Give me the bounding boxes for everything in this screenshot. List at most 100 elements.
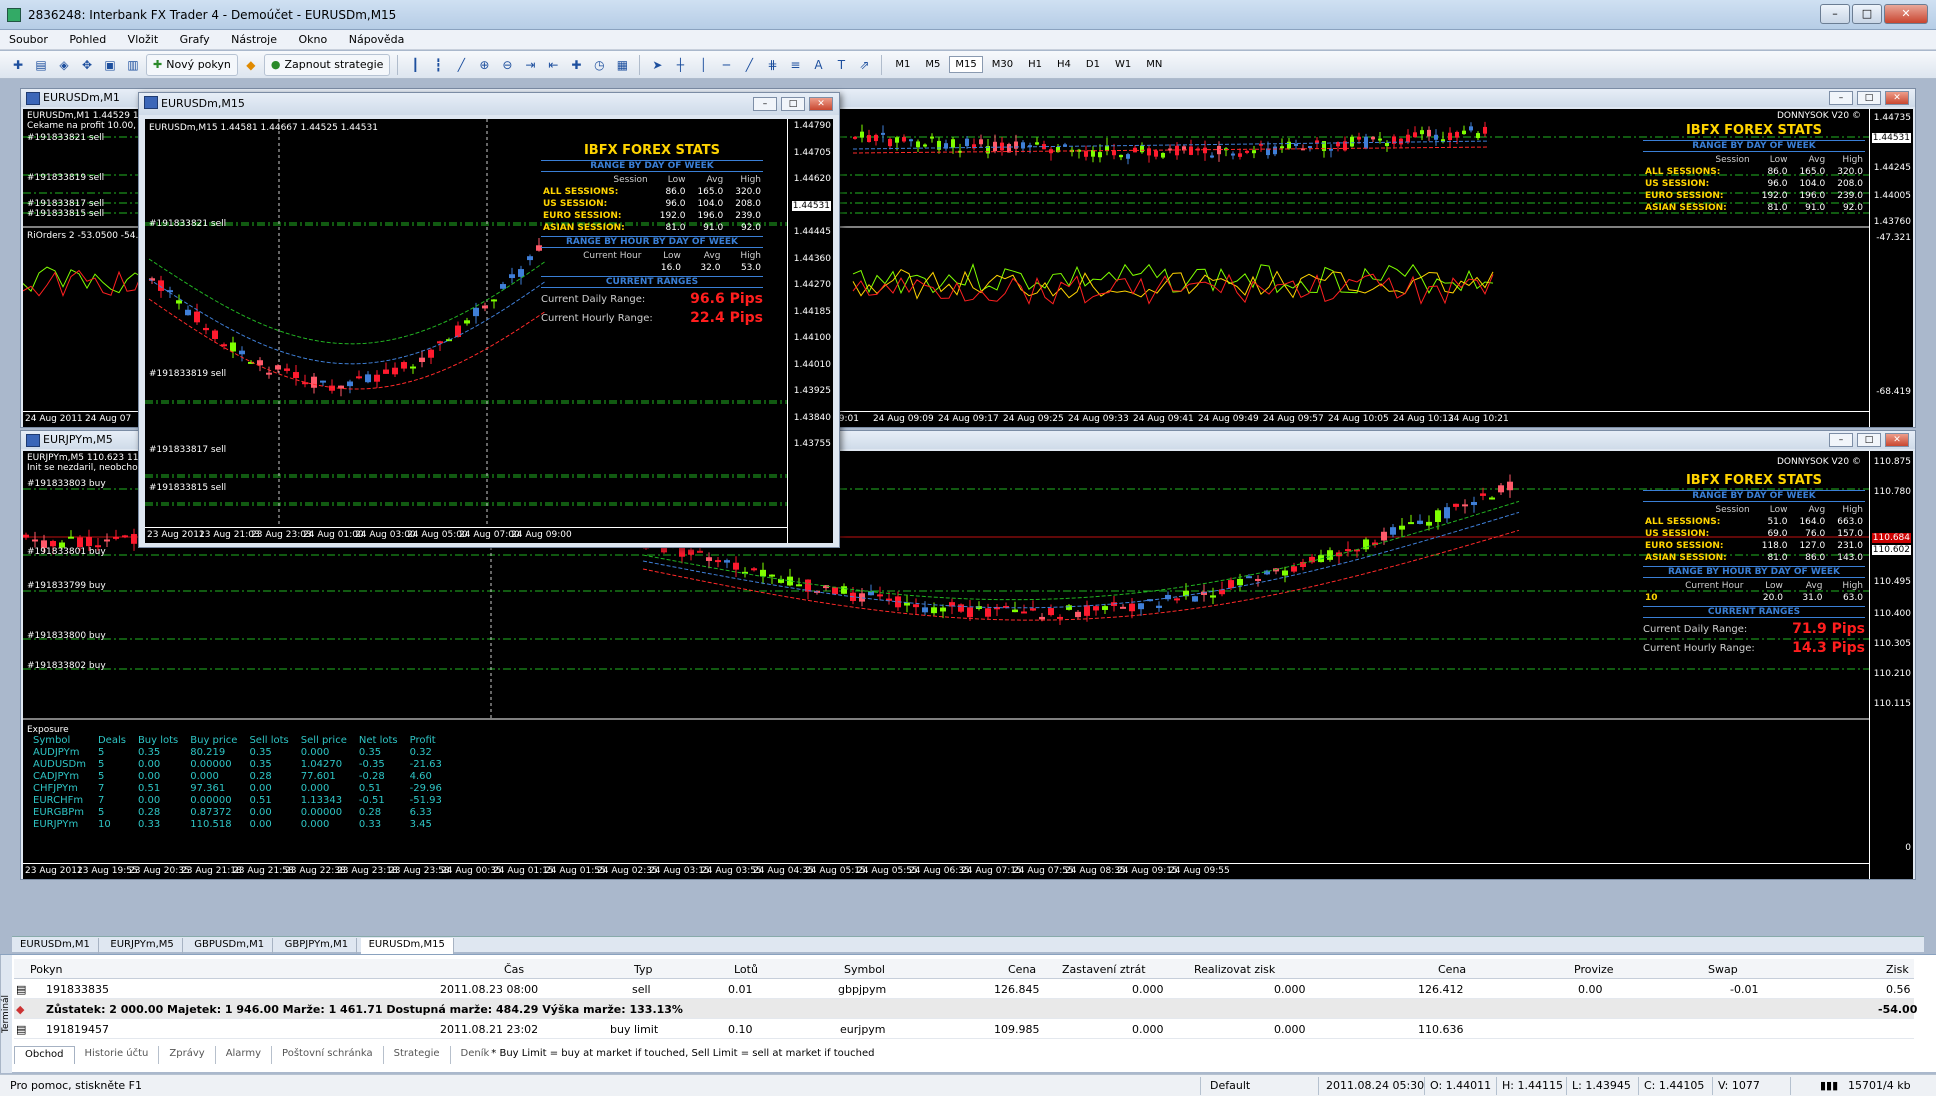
tester-icon[interactable]: ▥ xyxy=(123,55,143,75)
column-header[interactable]: Zastavení ztrát xyxy=(1062,963,1146,976)
column-header[interactable]: Zisk xyxy=(1886,963,1909,976)
autoscroll-icon[interactable]: ⇥ xyxy=(520,55,540,75)
zoom-in-icon[interactable]: ⊕ xyxy=(474,55,494,75)
menu-vlozit[interactable]: Vložit xyxy=(119,30,167,49)
text-icon[interactable]: A xyxy=(808,55,828,75)
stats-cell: 32.0 xyxy=(700,263,721,273)
indicators-icon[interactable]: ✚ xyxy=(566,55,586,75)
navigator-icon[interactable]: ✥ xyxy=(77,55,97,75)
menu-soubor[interactable]: Soubor xyxy=(0,30,57,49)
column-header[interactable]: Čas xyxy=(504,963,524,976)
vertical-line-icon[interactable]: │ xyxy=(693,55,713,75)
chart-close-button[interactable]: ✕ xyxy=(1885,91,1909,105)
new-order-button[interactable]: ✚ Nový pokyn xyxy=(146,53,238,76)
tf-w1[interactable]: W1 xyxy=(1109,56,1137,73)
chart-maximize-button[interactable]: □ xyxy=(1857,433,1881,447)
bar-chart-icon[interactable]: ┃ xyxy=(405,55,425,75)
column-header[interactable]: Typ xyxy=(634,963,653,976)
tf-m30[interactable]: M30 xyxy=(986,56,1019,73)
channel-icon[interactable]: ⋕ xyxy=(762,55,782,75)
chart-tab-active[interactable]: EURUSDm,M15 xyxy=(360,938,454,954)
column-header[interactable]: Symbol xyxy=(844,963,885,976)
column-header[interactable]: Lotů xyxy=(734,963,758,976)
chart-close-button[interactable]: ✕ xyxy=(1885,433,1909,447)
tf-m5[interactable]: M5 xyxy=(919,56,946,73)
column-header[interactable]: Realizovat zisk xyxy=(1194,963,1275,976)
menu-grafy[interactable]: Grafy xyxy=(171,30,219,49)
chart-minimize-button[interactable]: – xyxy=(1829,433,1853,447)
column-header[interactable]: Cena xyxy=(1438,963,1466,976)
menu-pohled[interactable]: Pohled xyxy=(60,30,115,49)
trendline-icon[interactable]: ╱ xyxy=(739,55,759,75)
exposure-cell: 0.000 xyxy=(300,818,330,830)
tf-d1[interactable]: D1 xyxy=(1080,56,1106,73)
horizontal-line-icon[interactable]: ─ xyxy=(716,55,736,75)
crosshair-icon[interactable]: ┼ xyxy=(670,55,690,75)
chart-tab[interactable]: EURUSDm,M1 xyxy=(12,938,99,954)
column-header[interactable]: Provize xyxy=(1574,963,1614,976)
maximize-button[interactable]: □ xyxy=(1852,4,1882,24)
tab-experts[interactable]: Strategie xyxy=(384,1046,451,1064)
market-watch-icon[interactable]: ◈ xyxy=(54,55,74,75)
cursor-icon[interactable]: ➤ xyxy=(647,55,667,75)
tf-h4[interactable]: H4 xyxy=(1051,56,1077,73)
minimize-button[interactable]: – xyxy=(1820,4,1850,24)
meta-editor-icon[interactable]: ◆ xyxy=(241,55,261,75)
profiles-icon[interactable]: ▤ xyxy=(31,55,51,75)
chart-maximize-button[interactable]: □ xyxy=(781,97,805,111)
m5a-candle xyxy=(50,540,56,547)
table-row[interactable]: ▤ 191819457 2011.08.21 23:02 buy limit 0… xyxy=(14,1019,1914,1039)
terminal-icon[interactable]: ▣ xyxy=(100,55,120,75)
menu-napoveda[interactable]: Nápověda xyxy=(340,30,414,49)
table-row[interactable]: ▤ 191833835 2011.08.23 08:00 sell 0.01 g… xyxy=(14,979,1914,999)
m15-candle xyxy=(410,366,416,369)
chart-shift-icon[interactable]: ⇤ xyxy=(543,55,563,75)
column-header[interactable]: Pokyn xyxy=(30,963,62,976)
menu-nastroje[interactable]: Nástroje xyxy=(222,30,286,49)
tab-news[interactable]: Zprávy xyxy=(159,1046,216,1064)
tab-journal[interactable]: Deník xyxy=(451,1046,492,1064)
autotrading-button[interactable]: ● Zapnout strategie xyxy=(263,53,391,76)
stats-label: ALL SESSIONS: xyxy=(1645,167,1721,177)
tab-trade[interactable]: Obchod xyxy=(14,1046,75,1064)
candle-chart-icon[interactable]: ┇ xyxy=(428,55,448,75)
label-icon[interactable]: T xyxy=(831,55,851,75)
column-header[interactable]: Swap xyxy=(1708,963,1738,976)
chart-minimize-button[interactable]: – xyxy=(753,97,777,111)
chart-close-button[interactable]: ✕ xyxy=(809,97,833,111)
fibonacci-icon[interactable]: ≡ xyxy=(785,55,805,75)
m1-candle xyxy=(1119,154,1123,158)
chart-tab[interactable]: EURJPYm,M5 xyxy=(102,938,183,954)
chart-tab[interactable]: GBPUSDm,M1 xyxy=(186,938,274,954)
arrows-icon[interactable]: ⇗ xyxy=(854,55,874,75)
chart-canvas-eurusd-m15[interactable]: EURUSDm,M15 1.44581 1.44667 1.44525 1.44… xyxy=(145,119,833,543)
chart-maximize-button[interactable]: □ xyxy=(1857,91,1881,105)
tab-alerts[interactable]: Alarmy xyxy=(216,1046,273,1064)
column-header[interactable]: Cena xyxy=(1008,963,1036,976)
tf-m15[interactable]: M15 xyxy=(949,56,983,73)
stats-cell xyxy=(541,262,643,274)
templates-icon[interactable]: ▦ xyxy=(612,55,632,75)
status-profile[interactable]: Default xyxy=(1210,1079,1250,1092)
zoom-out-icon[interactable]: ⊖ xyxy=(497,55,517,75)
tab-history[interactable]: Historie účtu xyxy=(75,1046,160,1064)
stats-cell: 10 xyxy=(1645,593,1658,603)
exposure-row: EURCHFm 7 0.00 0.00000 0.51 1.13343 -0.51 -51.9… xyxy=(27,794,448,806)
status-open: O: 1.44011 xyxy=(1430,1079,1492,1092)
close-button[interactable]: ✕ xyxy=(1884,4,1928,24)
tab-mailbox[interactable]: Poštovní schránka xyxy=(272,1046,384,1064)
chart-tab[interactable]: GBPJPYm,M1 xyxy=(277,938,358,954)
exposure-cell: -29.96 xyxy=(409,782,442,794)
tf-m1[interactable]: M1 xyxy=(889,56,916,73)
chart-window-eurusd-m15[interactable]: EURUSDm,M15 – □ ✕ EURUSDm,M15 1.44581 1.44… xyxy=(138,92,840,548)
m5b-candle xyxy=(1165,594,1171,600)
periods-icon[interactable]: ◷ xyxy=(589,55,609,75)
menu-okno[interactable]: Okno xyxy=(289,30,336,49)
m5b-candle xyxy=(1084,605,1090,616)
chart-minimize-button[interactable]: – xyxy=(1829,91,1853,105)
new-chart-icon[interactable]: ✚ xyxy=(8,55,28,75)
line-chart-icon[interactable]: ╱ xyxy=(451,55,471,75)
chart-header: EURJPYm,M5 110.623 11 xyxy=(27,453,139,463)
tf-h1[interactable]: H1 xyxy=(1022,56,1048,73)
tf-mn[interactable]: MN xyxy=(1140,56,1168,73)
